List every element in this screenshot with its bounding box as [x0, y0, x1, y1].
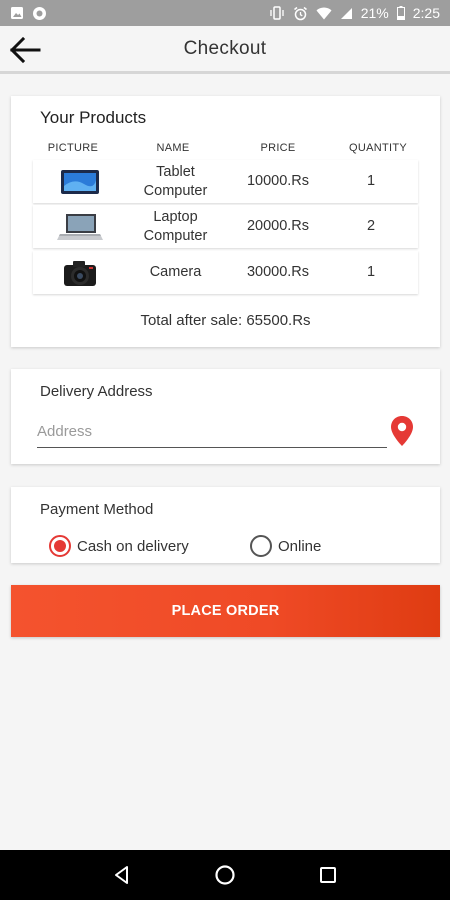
- radio-online[interactable]: Online: [250, 535, 321, 557]
- product-price: 30000.Rs: [246, 264, 310, 280]
- wifi-icon: [316, 7, 332, 20]
- product-row: Tablet Computer 10000.Rs 1: [33, 160, 418, 203]
- product-name-line1: Laptop: [153, 209, 198, 225]
- radio-label-online: Online: [278, 537, 322, 555]
- nav-recents-button[interactable]: [313, 860, 343, 890]
- place-order-button[interactable]: PLACE ORDER: [11, 585, 440, 637]
- radio-cash-on-delivery[interactable]: Cash on delivery: [49, 535, 189, 557]
- status-bar-right: 21% 2:25: [269, 5, 440, 21]
- header-quantity: QUANTITY: [348, 142, 407, 154]
- vibrate-icon: [269, 6, 285, 20]
- radio-checked-icon[interactable]: [49, 535, 71, 557]
- notification-circle-icon: [32, 6, 47, 21]
- product-name-line1: Camera: [149, 264, 202, 280]
- status-bar-left: [10, 6, 47, 21]
- nav-back-button[interactable]: [107, 860, 137, 890]
- products-table-header: PICTURE NAME PRICE QUANTITY: [33, 142, 418, 156]
- signal-icon: [340, 7, 353, 20]
- status-bar: 21% 2:25: [0, 0, 450, 26]
- delivery-address-card: Delivery Address: [11, 369, 440, 464]
- product-quantity: 2: [366, 218, 376, 234]
- product-name-line2: Computer: [143, 228, 208, 244]
- clock: 2:25: [412, 5, 440, 21]
- alarm-icon: [293, 6, 308, 21]
- product-quantity: 1: [366, 173, 376, 189]
- product-quantity: 1: [366, 264, 376, 280]
- tablet-image: [55, 166, 105, 198]
- battery-percent: 21%: [360, 5, 389, 21]
- products-card: Your Products PICTURE NAME PRICE QUANTIT…: [11, 96, 440, 347]
- radio-label-cash: Cash on delivery: [77, 537, 189, 555]
- delivery-address-label: Delivery Address: [40, 383, 153, 400]
- products-title: Your Products: [40, 108, 147, 127]
- address-input[interactable]: [37, 420, 387, 448]
- recents-square-icon: [320, 867, 337, 883]
- image-icon: [10, 6, 24, 20]
- order-total: Total after sale: 65500.Rs: [140, 312, 311, 329]
- back-triangle-icon: [114, 866, 128, 884]
- header-name: NAME: [156, 142, 190, 154]
- product-row: Laptop Computer 20000.Rs 2: [33, 205, 418, 248]
- radio-unchecked-icon[interactable]: [250, 535, 272, 557]
- product-price: 10000.Rs: [246, 173, 310, 189]
- product-row: Camera 30000.Rs 1: [33, 251, 418, 294]
- location-pin-icon[interactable]: [389, 415, 415, 447]
- home-circle-icon: [215, 865, 235, 885]
- nav-home-button[interactable]: [210, 860, 240, 890]
- camera-image: [55, 257, 105, 289]
- battery-icon: [396, 6, 405, 20]
- payment-method-label: Payment Method: [40, 501, 154, 518]
- app-toolbar: Checkout: [0, 26, 450, 74]
- laptop-image: [55, 211, 105, 243]
- payment-method-card: Payment Method Cash on delivery Online: [11, 487, 440, 563]
- page-title: Checkout: [183, 38, 267, 59]
- header-price: PRICE: [260, 142, 296, 154]
- header-picture: PICTURE: [47, 142, 99, 154]
- system-nav-bar: [0, 850, 450, 900]
- product-price: 20000.Rs: [246, 218, 310, 234]
- product-name-line1: Tablet: [156, 164, 195, 180]
- product-name-line2: Computer: [143, 183, 208, 199]
